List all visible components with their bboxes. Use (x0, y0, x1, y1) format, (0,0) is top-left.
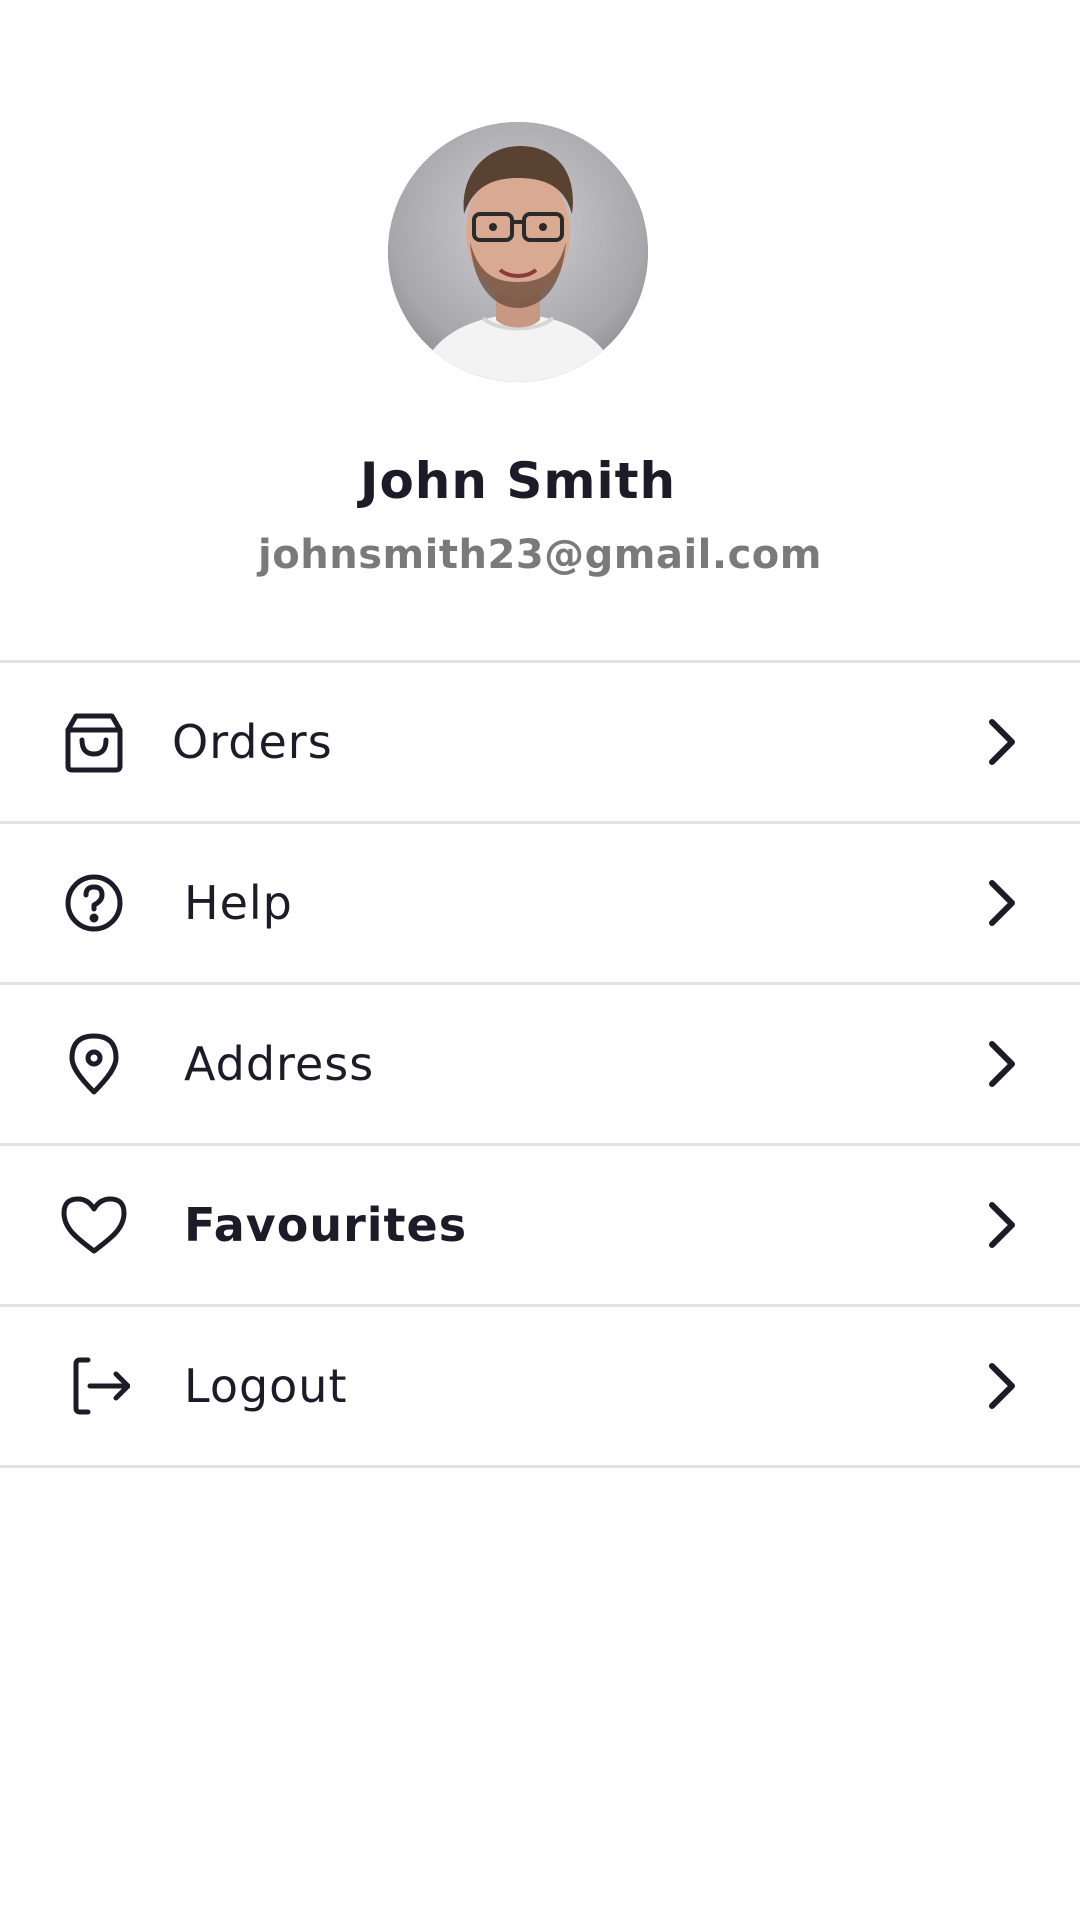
chevron-right-icon (982, 716, 1022, 768)
menu-item-address[interactable]: Address (0, 985, 1080, 1146)
map-pin-icon (58, 1028, 130, 1100)
menu-item-label: Help (184, 876, 293, 930)
profile-menu: Orders Help Address Favourites Logout (0, 660, 1080, 1468)
avatar-photo (388, 122, 648, 382)
menu-item-label: Orders (172, 715, 333, 769)
logout-icon (58, 1350, 131, 1422)
chevron-right-icon (982, 1038, 1022, 1090)
profile-header: John Smith johnsmith23@gmail.com (0, 0, 1080, 660)
profile-name: John Smith (359, 452, 677, 510)
menu-item-logout[interactable]: Logout (0, 1307, 1080, 1468)
menu-item-label: Address (184, 1037, 375, 1091)
menu-item-orders[interactable]: Orders (0, 663, 1080, 824)
menu-item-label: Logout (184, 1359, 348, 1413)
chevron-right-icon (982, 1360, 1022, 1412)
help-circle-icon (58, 867, 130, 939)
chevron-right-icon (982, 877, 1022, 929)
profile-email: johnsmith23@gmail.com (258, 532, 822, 578)
menu-item-help[interactable]: Help (0, 824, 1080, 985)
heart-icon (58, 1189, 130, 1261)
shopping-bag-icon (58, 706, 130, 778)
menu-item-label: Favourites (184, 1198, 468, 1252)
menu-item-favourites[interactable]: Favourites (0, 1146, 1080, 1307)
avatar[interactable] (388, 122, 648, 382)
chevron-right-icon (982, 1199, 1022, 1251)
